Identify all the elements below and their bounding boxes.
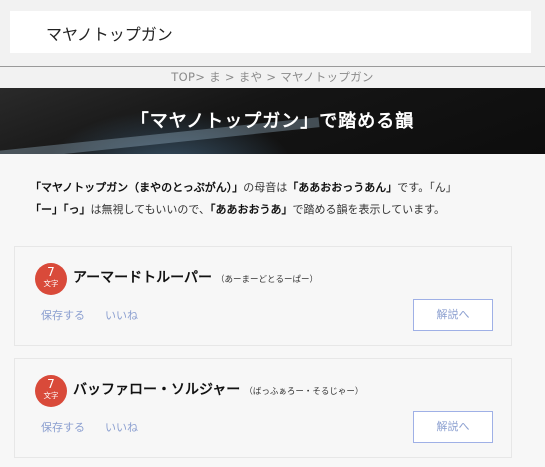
like-button[interactable]: いいね [105,307,138,323]
intro-word: 「マヤノトップガン（まやのとっぷがん）」 [30,181,244,194]
intro-rhyme-vowels: 「ああおおうあ」 [209,203,293,216]
intro-text: の母音は [243,181,288,194]
save-button[interactable]: 保存する [41,307,85,323]
rhyme-word-text: バッファロー・ソルジャー [73,382,241,398]
rhyme-word-text: アーマードトルーパー [73,270,213,286]
intro-text: で踏める韻を表示しています。 [292,203,446,216]
like-button[interactable]: いいね [105,419,138,435]
char-count: 7 [47,265,55,279]
rhyme-word: アーマードトルーパー （あーまーどとるーぱー） [73,267,318,287]
breadcrumb: TOP> ま > まや > マヤノトップガン [0,69,545,85]
breadcrumb-item-ma[interactable]: ま [209,70,221,84]
rhyme-word: バッファロー・ソルジャー （ばっふぁろー・そるじゃー） [73,379,363,399]
breadcrumb-item-maya[interactable]: まや [239,70,263,84]
char-count-badge: 7 文字 [35,375,67,407]
char-count-unit: 文字 [43,279,59,288]
breadcrumb-item-current: マヤノトップガン [280,70,374,84]
search-input[interactable]: マヤノトップガン [10,11,531,53]
intro-text: は無視してもいいので、 [90,203,210,216]
intro-text: です。「ん」 [397,181,457,194]
search-input-value: マヤノトップガン [46,25,173,44]
breadcrumb-separator: > [195,70,210,84]
rhyme-word-reading: （あーまーどとるーぱー） [216,275,319,285]
result-card: 7 文字 アーマードトルーパー （あーまーどとるーぱー） 保存する いいね 解説へ [14,246,512,346]
breadcrumb-separator: > [262,70,281,84]
char-count: 7 [47,377,55,391]
save-button[interactable]: 保存する [41,419,85,435]
breadcrumb-separator: > [220,70,239,84]
rhyme-word-reading: （ばっふぁろー・そるじゃー） [244,387,364,397]
char-count-badge: 7 文字 [35,263,67,295]
breadcrumb-item-top[interactable]: TOP [171,70,195,84]
char-count-unit: 文字 [43,391,59,400]
result-card: 7 文字 バッファロー・ソルジャー （ばっふぁろー・そるじゃー） 保存する いいね… [14,358,512,458]
explain-button[interactable]: 解説へ [413,411,493,443]
vowel-description: 「マヤノトップガン（まやのとっぷがん）」の母音は「ああおおっうあん」です。「ん」… [30,177,520,221]
intro-vowels: 「ああおおっうあん」 [287,181,398,194]
main-content: 「マヤノトップガン（まやのとっぷがん）」の母音は「ああおおっうあん」です。「ん」… [0,154,545,467]
explain-button[interactable]: 解説へ [413,299,493,331]
page-title: 「マヤノトップガン」で踏める韻 [130,111,415,132]
intro-ignored-chars: 「ー」「っ」 [30,203,91,216]
header-bar: マヤノトップガン [0,0,545,67]
hero-banner: 「マヤノトップガン」で踏める韻 [0,88,545,154]
